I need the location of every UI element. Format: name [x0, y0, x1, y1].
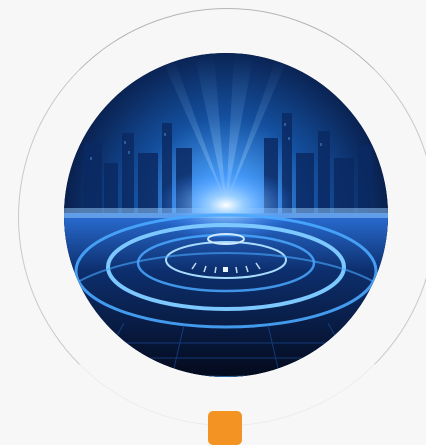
carousel-active-dot[interactable]: [208, 411, 242, 445]
hero-image: [64, 53, 388, 377]
carousel-stage: [0, 0, 426, 445]
futuristic-city-hologram-image: [64, 53, 388, 377]
